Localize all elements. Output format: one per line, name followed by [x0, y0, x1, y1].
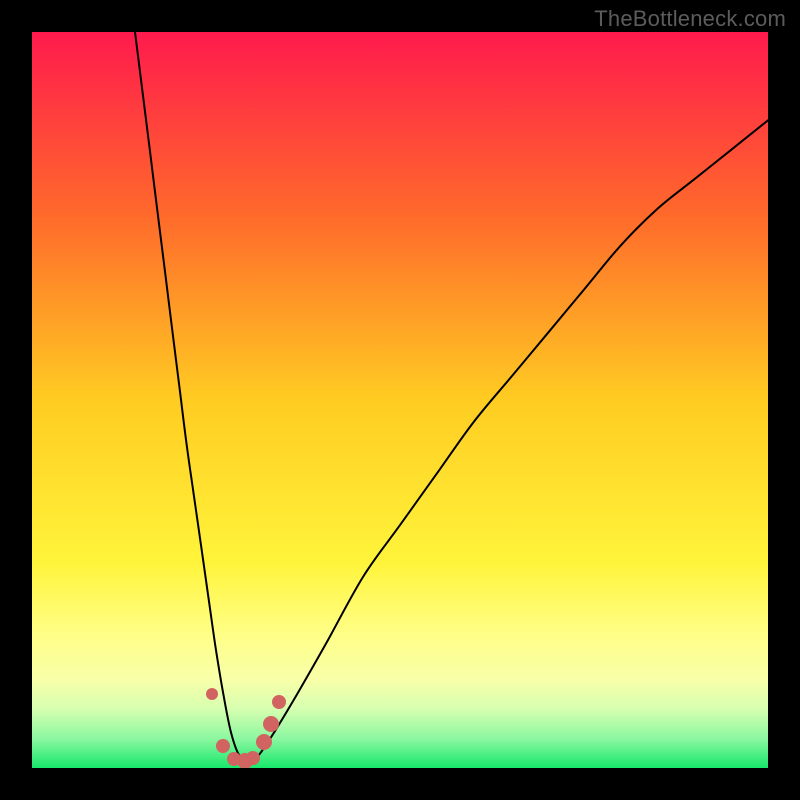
curve-marker: [206, 688, 218, 700]
curve-marker: [263, 716, 279, 732]
curve-marker: [216, 739, 230, 753]
curve-marker: [246, 751, 260, 765]
curve-marker: [272, 695, 286, 709]
chart-frame: TheBottleneck.com: [0, 0, 800, 800]
curve-markers: [32, 32, 768, 768]
plot-area: [32, 32, 768, 768]
curve-marker: [256, 734, 272, 750]
watermark-text: TheBottleneck.com: [594, 6, 786, 32]
